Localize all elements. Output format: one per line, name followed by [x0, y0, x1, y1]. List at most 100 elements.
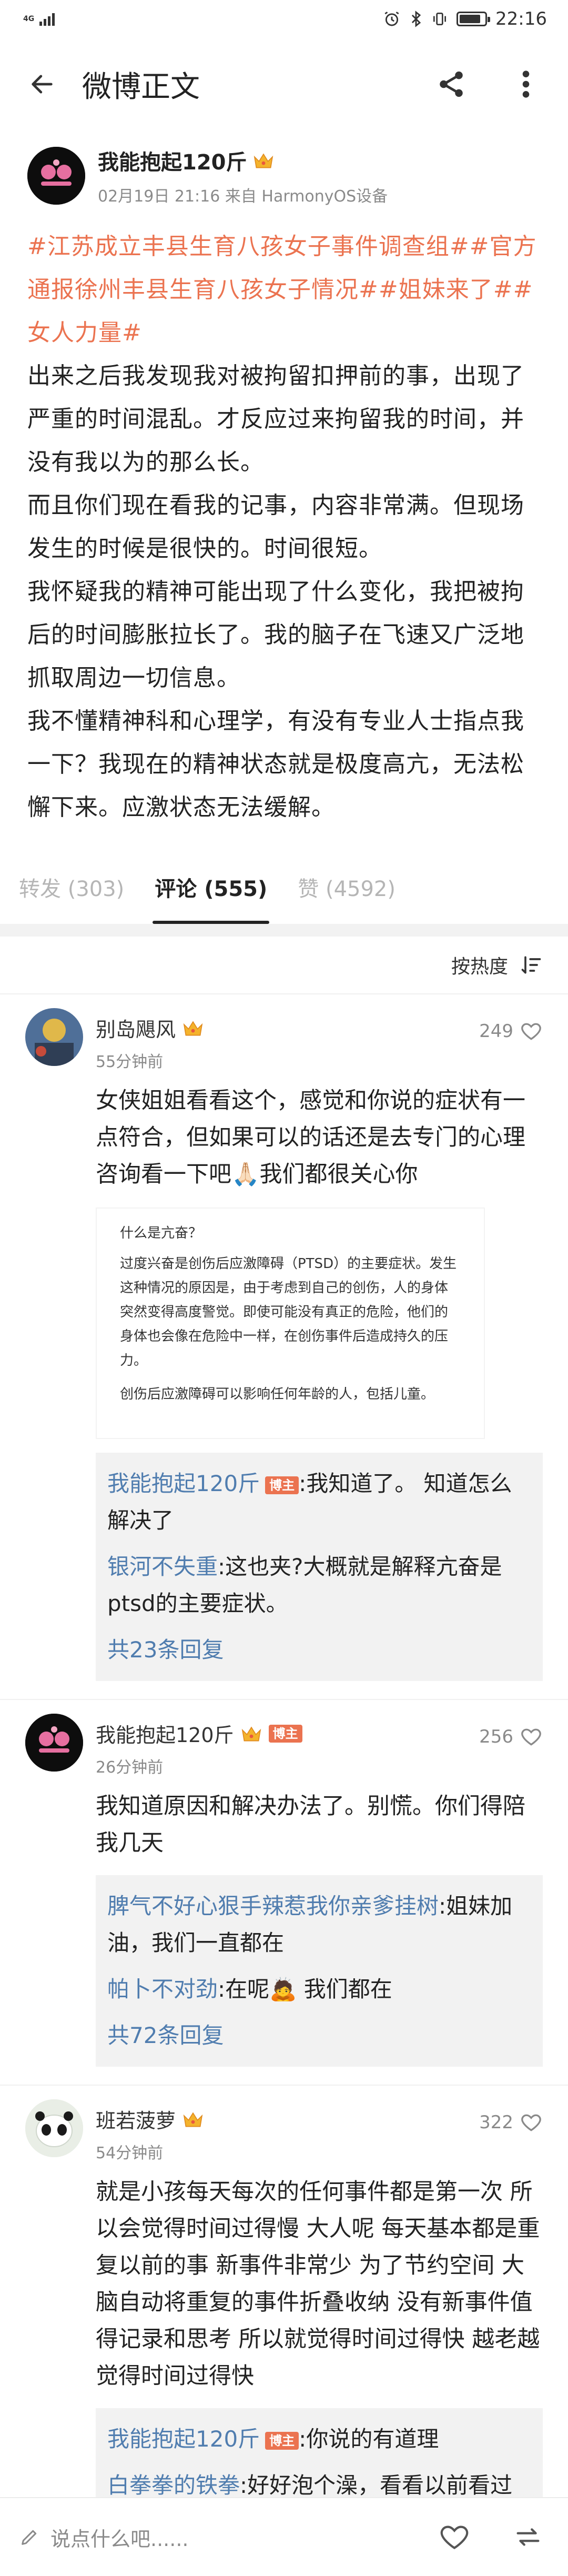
tab-likes[interactable]: 赞 (4592) [298, 850, 395, 924]
post-tabs: 转发 (303) 评论 (555) 赞 (4592) [0, 850, 568, 924]
share-button[interactable] [430, 63, 472, 105]
like-count: 322 [479, 2112, 513, 2133]
reply-item[interactable]: 脾气不好心狠手辣惹我你亲爹挂树:姐妹加油，我们一直都在 [107, 1888, 531, 1961]
signal-icon [39, 12, 55, 26]
crown-badge-icon [253, 153, 273, 168]
post-hashtags[interactable]: #江苏成立丰县生育八孩女子事件调查组##官方通报徐州丰县生育八孩女子情况##姐妹… [27, 225, 541, 355]
heart-icon [521, 1728, 541, 1746]
tab-reposts[interactable]: 转发 (303) [19, 850, 124, 924]
sort-label[interactable]: 按热度 [451, 951, 508, 979]
comment-author[interactable]: 班若菠萝 [96, 2105, 176, 2134]
reply-item[interactable]: 我能抱起120斤 博主:你说的有道理 [107, 2421, 531, 2458]
crown-badge-icon [183, 1020, 203, 1035]
avatar-image [25, 1008, 83, 1066]
crown-badge-icon [241, 1726, 261, 1741]
reply-author[interactable]: 白拳拳的铁拳 [107, 2472, 240, 2498]
pencil-icon [22, 2530, 37, 2545]
comment-time: 55分钟前 [96, 1053, 164, 1071]
commenter-avatar[interactable] [25, 2099, 83, 2157]
reply-author[interactable]: 脾气不好心狠手辣惹我你亲爹挂树 [107, 1893, 439, 1919]
status-bar: 4G 22:16 [0, 0, 568, 38]
sort-bar[interactable]: 按热度 [0, 937, 568, 994]
comment-image[interactable]: 什么是亢奋？ 过度兴奋是创伤后应激障碍（PTSD）的主要症状。发生这种情况的原因… [96, 1208, 485, 1439]
comment-author[interactable]: 别岛飓风 [96, 1013, 176, 1042]
image-text-paragraph: 过度兴奋是创伤后应激障碍（PTSD）的主要症状。发生这种情况的原因是，由于考虑到… [120, 1256, 457, 1368]
comment-name-row: 班若菠萝 [96, 2105, 204, 2134]
more-replies-link[interactable]: 共72条回复 [107, 2017, 531, 2054]
comment-header: 我能抱起120斤 博主 26分钟前 256 [96, 1714, 543, 1777]
like-button[interactable]: 322 [479, 2111, 543, 2134]
comment-time: 26分钟前 [96, 1758, 164, 1777]
like-post-button[interactable] [433, 2516, 475, 2558]
reply-author[interactable]: 我能抱起120斤 [107, 2426, 260, 2452]
more-vertical-icon [522, 71, 530, 98]
comment-text: 就是小孩每天每次的任何事件都是第一次 所以会觉得时间过得慢 大人呢 每天基本都是… [96, 2179, 540, 2389]
battery-icon [457, 12, 491, 26]
back-button[interactable] [21, 63, 63, 105]
reply-item[interactable]: 我能抱起120斤 博主:我知道了。 知道怎么解决了 [107, 1465, 531, 1539]
repost-button[interactable] [507, 2516, 549, 2558]
heart-icon [521, 2114, 541, 2131]
author-avatar[interactable] [27, 147, 85, 205]
avatar-image [25, 1714, 83, 1772]
page-title: 微博正文 [82, 69, 200, 104]
sort-icon[interactable] [520, 953, 543, 977]
avatar-image [27, 147, 85, 205]
post-line: 而且你们现在看我的记事，内容非常满。但现场发生的时候是很快的。时间很短。 [27, 492, 524, 562]
section-divider [0, 924, 568, 937]
comment-time: 54分钟前 [96, 2144, 164, 2162]
crown-badge-icon [183, 2111, 203, 2127]
comment-name-row: 我能抱起120斤 博主 [96, 1719, 302, 1748]
comment-author[interactable]: 我能抱起120斤 [96, 1719, 234, 1748]
comment-author-block: 我能抱起120斤 博主 26分钟前 [96, 1714, 302, 1777]
avatar-image [25, 2099, 83, 2157]
comment-input[interactable]: 说点什么吧...... [19, 2523, 402, 2552]
comment-header: 别岛飓风 55分钟前 249 [96, 1008, 543, 1072]
network-label: 4G [23, 15, 35, 23]
reply-box: 脾气不好心狠手辣惹我你亲爹挂树:姐妹加油，我们一直都在 帕卜不对劲:在呢🙇 我们… [96, 1875, 543, 2067]
tab-comments[interactable]: 评论 (555) [153, 850, 270, 924]
like-count: 249 [479, 1021, 513, 1042]
share-icon [440, 71, 463, 97]
more-replies-link[interactable]: 共23条回复 [107, 1632, 531, 1668]
heart-icon [521, 1023, 541, 1040]
image-text-title: 什么是亢奋？ [120, 1225, 202, 1241]
reply-text: :在呢🙇 我们都在 [218, 1976, 392, 2002]
reply-author[interactable]: 银河不失重 [107, 1554, 218, 1579]
comment-header: 班若菠萝 54分钟前 322 [96, 2099, 543, 2163]
author-name[interactable]: 我能抱起120斤 [98, 145, 247, 176]
heart-icon [440, 2525, 469, 2550]
more-button[interactable] [505, 63, 547, 105]
like-button[interactable]: 256 [479, 1725, 543, 1748]
image-text-paragraph: 创伤后应激障碍可以影响任何年龄的人，包括儿童。 [120, 1386, 435, 1402]
commenter-avatar[interactable] [25, 1008, 83, 1066]
repost-icon [516, 2528, 540, 2546]
reply-text: :你说的有道理 [299, 2426, 439, 2452]
like-button[interactable]: 249 [479, 1020, 543, 1043]
reply-item[interactable]: 银河不失重:这也夹?大概就是解释亢奋是ptsd的主要症状。 [107, 1548, 531, 1622]
like-count: 256 [479, 1726, 513, 1747]
status-time: 22:16 [495, 8, 547, 29]
vibrate-icon [433, 13, 447, 25]
comment-input-placeholder: 说点什么吧...... [50, 2527, 189, 2551]
post-meta: 02月19日 21:16 来自 HarmonyOS设备 [98, 187, 388, 206]
reply-item[interactable]: 帕卜不对劲:在呢🙇 我们都在 [107, 1971, 531, 2008]
comment-item: 别岛飓风 55分钟前 249 女侠姐姐看看这个，感觉和你说的症状有一点符合，但如… [0, 994, 568, 1699]
comment-main: 别岛飓风 55分钟前 249 女侠姐姐看看这个，感觉和你说的症状有一点符合，但如… [96, 1008, 543, 1681]
author-info: 我能抱起120斤 02月19日 21:16 来自 HarmonyOS设备 [98, 145, 388, 206]
reply-box: 我能抱起120斤 博主:我知道了。 知道怎么解决了 银河不失重:这也夹?大概就是解… [96, 1453, 543, 1681]
status-left: 4G [23, 12, 55, 26]
battery-fill [460, 15, 481, 23]
author-name-row: 我能抱起120斤 [98, 145, 388, 176]
comment-name-row: 别岛飓风 [96, 1013, 204, 1042]
bottom-bar: 说点什么吧...... [0, 2497, 568, 2576]
author-badge: 博主 [265, 2431, 299, 2450]
reply-author[interactable]: 帕卜不对劲 [107, 1976, 218, 2002]
commenter-avatar[interactable] [25, 1714, 83, 1772]
status-right: 22:16 [383, 8, 547, 29]
alarm-icon [384, 12, 399, 26]
post: 我能抱起120斤 02月19日 21:16 来自 HarmonyOS设备 #江苏… [0, 130, 568, 850]
post-line: 我不懂精神科和心理学，有没有专业人士指点我一下？我现在的精神状态就是极度高亢，无… [27, 708, 524, 821]
comment-main: 我能抱起120斤 博主 26分钟前 256 我知道原因和解决办法了。别慌。你们得… [96, 1714, 543, 2067]
reply-author[interactable]: 我能抱起120斤 [107, 1471, 260, 1496]
